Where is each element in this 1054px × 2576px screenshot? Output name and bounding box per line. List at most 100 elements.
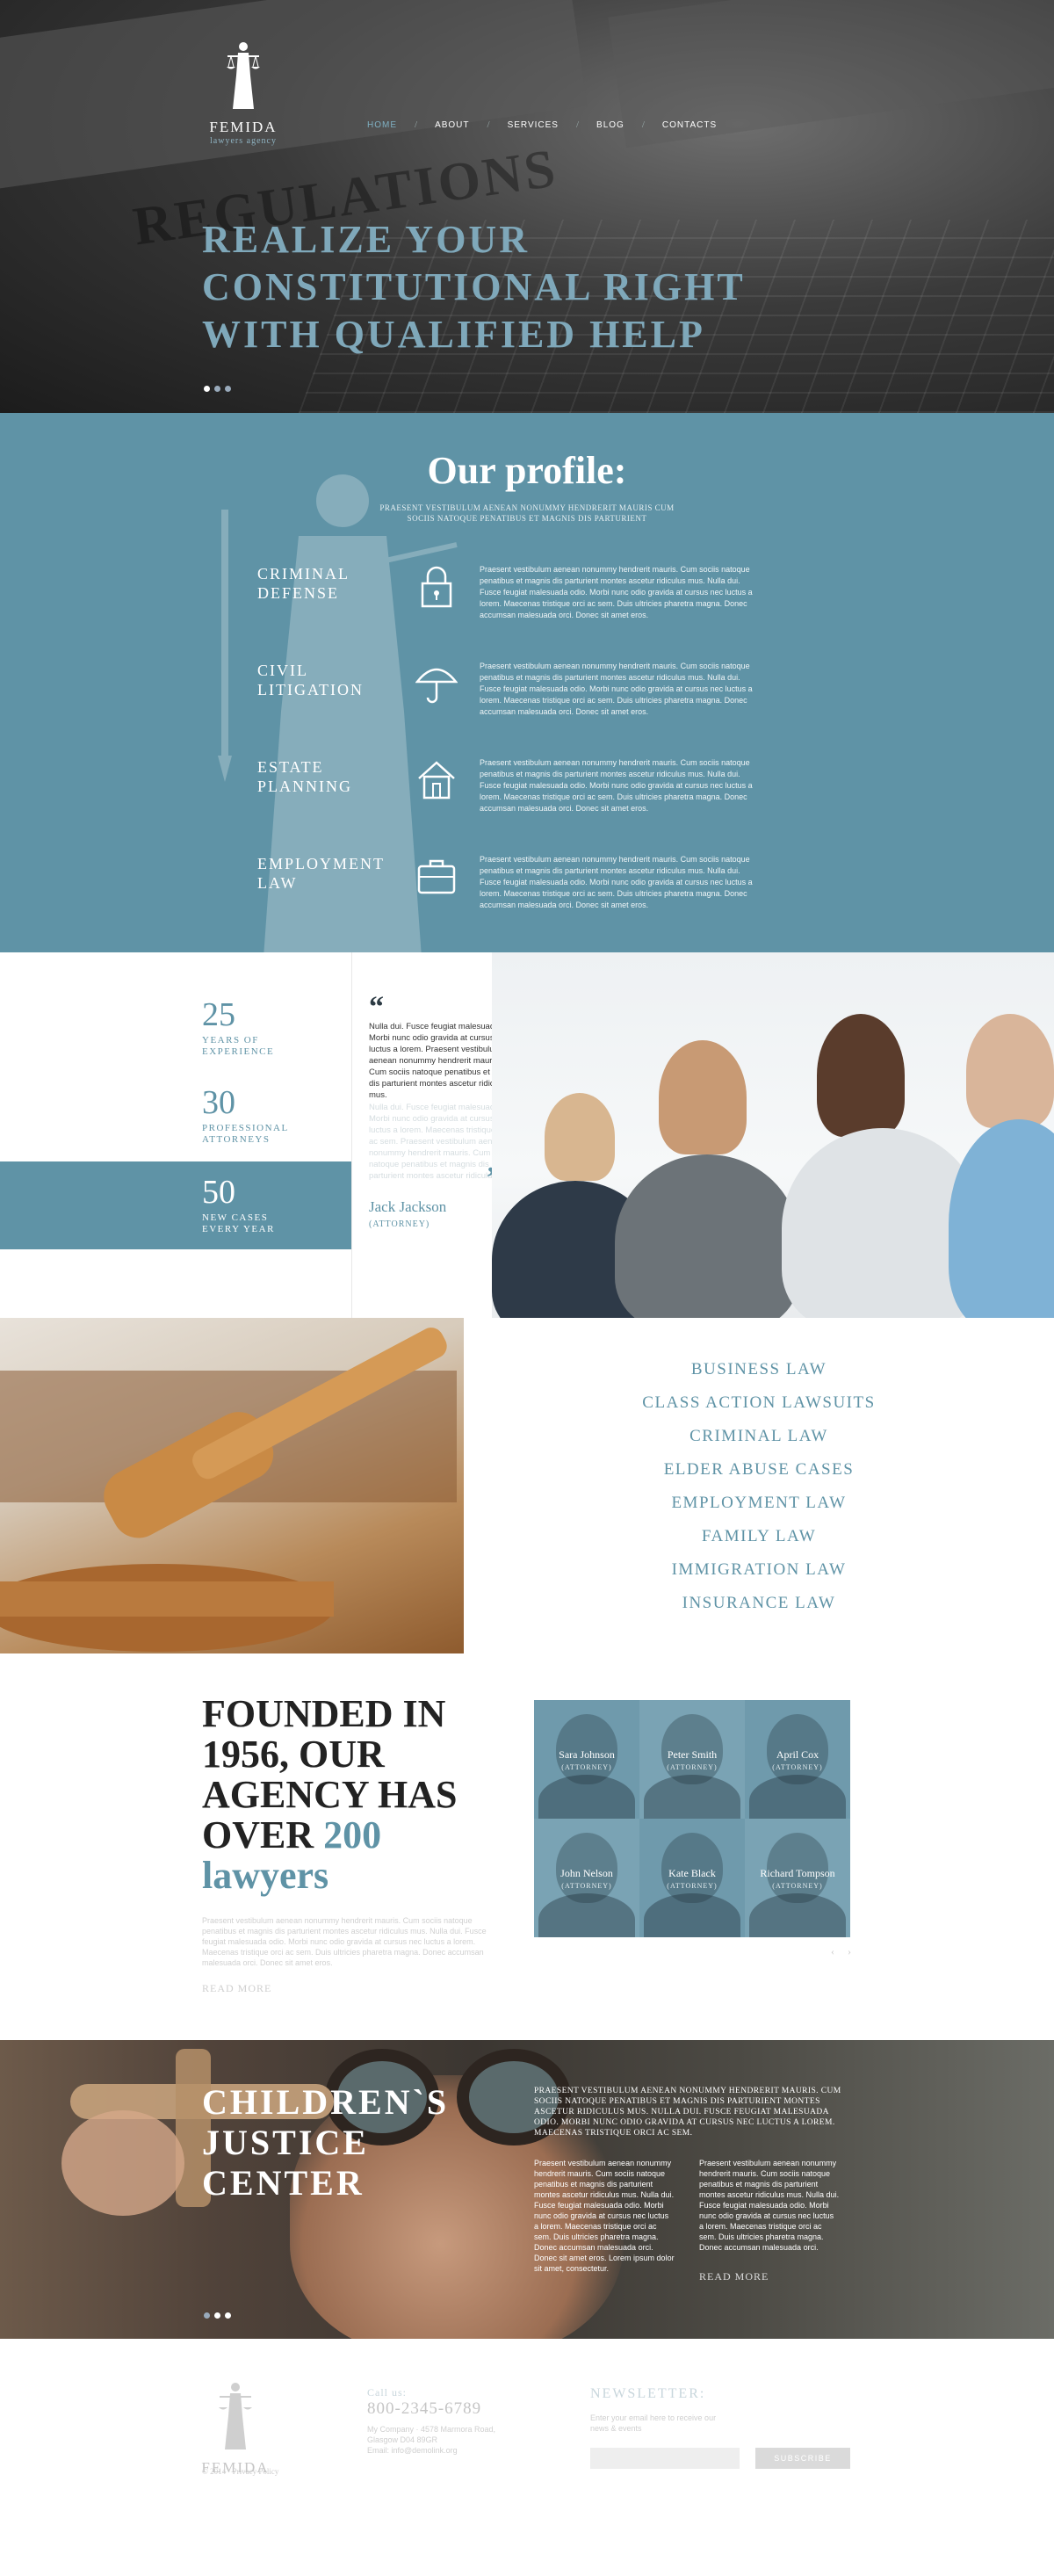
practice-area-item[interactable]: CLASS ACTION LAWSUITS	[464, 1393, 1054, 1413]
umbrella-icon	[415, 668, 458, 704]
attorney-photo	[644, 1775, 740, 1819]
profile-title: Our profile:	[427, 449, 627, 492]
children-slider-dots	[204, 2312, 231, 2319]
attorney-card[interactable]: John Nelson (ATTORNEY)	[534, 1819, 639, 1937]
service-estate-planning: ESTATE PLANNING Praesent vestibulum aene…	[257, 757, 784, 836]
nav-blog[interactable]: BLOG	[596, 120, 624, 130]
attorney-role: (ATTORNEY)	[561, 1881, 612, 1890]
attorney-photo	[749, 1775, 846, 1819]
subscribe-button[interactable]: SUBSCRIBE	[755, 2448, 850, 2469]
stat-label-line: NEW CASES	[202, 1212, 269, 1223]
attorney-card[interactable]: Richard Tompson (ATTORNEY)	[745, 1819, 850, 1937]
stat-label: NEW CASES EVERY YEAR	[202, 1212, 275, 1235]
hero-title-line: WITH QUALIFIED HELP	[202, 313, 705, 356]
newsletter-email-input[interactable]	[590, 2448, 740, 2469]
team-photo	[492, 952, 1054, 1318]
service-criminal-defense: CRIMINAL DEFENSE Praesent vestibulum aen…	[257, 564, 784, 643]
stat-attorneys: 30 PROFESSIONAL ATTORNEYS	[202, 1086, 289, 1146]
founded-title-line: AGENCY HAS	[202, 1773, 458, 1816]
attorney-grid: Sara Johnson (ATTORNEY) Peter Smith (ATT…	[534, 1700, 850, 1937]
footer-logo[interactable]: FEMIDA	[200, 2381, 271, 2477]
attorney-card[interactable]: Kate Black (ATTORNEY)	[639, 1819, 745, 1937]
attorney-photo	[538, 1893, 635, 1937]
attorney-role: (ATTORNEY)	[667, 1762, 718, 1771]
copyright: © 2014 · Privacy Policy	[202, 2467, 279, 2476]
stat-number: 25	[202, 996, 235, 1033]
hero-slider-dots	[204, 386, 231, 392]
attorney-photo	[749, 1893, 846, 1937]
person-head	[545, 1093, 615, 1181]
children-text-column: Praesent vestibulum aenean nonummy hendr…	[534, 2159, 675, 2273]
attorney-card[interactable]: April Cox (ATTORNEY)	[745, 1700, 850, 1819]
attorney-role: (ATTORNEY)	[772, 1762, 823, 1771]
founded-body: Praesent vestibulum aenean nonummy hendr…	[202, 1916, 487, 1967]
slider-dot[interactable]	[225, 2312, 231, 2319]
stat-label-line: YEARS OF	[202, 1035, 259, 1046]
practice-area-item[interactable]: FAMILY LAW	[464, 1527, 1054, 1546]
nav-about[interactable]: ABOUT	[435, 120, 469, 130]
practice-area-item[interactable]: CRIMINAL LAW	[464, 1427, 1054, 1446]
brand-logo[interactable]: FEMIDA lawyers agency	[200, 40, 286, 146]
service-description: Praesent vestibulum aenean nonummy hendr…	[480, 565, 753, 619]
attorney-name: John Nelson	[560, 1866, 613, 1879]
hero-title: REALIZE YOUR CONSTITUTIONAL RIGHT WITH Q…	[202, 216, 817, 358]
nav-separator: /	[641, 119, 645, 130]
main-nav: HOME / ABOUT / SERVICES / BLOG / CONTACT…	[367, 119, 717, 130]
practice-area-item[interactable]: IMMIGRATION LAW	[464, 1560, 1054, 1580]
founded-title-line: FOUNDED IN	[202, 1692, 446, 1735]
carousel-arrows[interactable]: ‹ ›	[831, 1945, 856, 1958]
service-name: CIVIL LITIGATION	[257, 661, 415, 699]
read-more-link[interactable]: READ MORE	[699, 2270, 769, 2283]
newsletter-text-line: Enter your email here to receive our	[590, 2413, 717, 2422]
phone-number[interactable]: 800-2345-6789	[367, 2399, 495, 2419]
stat-label-line: PROFESSIONAL	[202, 1123, 289, 1133]
attorney-photo	[538, 1775, 635, 1819]
service-civil-litigation: CIVIL LITIGATION Praesent vestibulum aen…	[257, 661, 784, 740]
children-text-column: Praesent vestibulum aenean nonummy hendr…	[699, 2159, 840, 2252]
email-link[interactable]: Email: info@demolink.org	[367, 2446, 458, 2455]
attorney-name: Peter Smith	[667, 1747, 718, 1761]
quote-open-icon: “	[369, 991, 384, 1024]
children-intro: PRAESENT VESTIBULUM AENEAN NONUMMY HENDR…	[534, 2087, 841, 2138]
attorney-card[interactable]: Peter Smith (ATTORNEY)	[639, 1700, 745, 1819]
founded-title-line: OVER	[202, 1813, 324, 1856]
stat-label-line: ATTORNEYS	[202, 1134, 271, 1145]
practice-areas-section: BUSINESS LAW CLASS ACTION LAWSUITS CRIMI…	[0, 1318, 1054, 1653]
newsletter-text-line: news & events	[590, 2424, 642, 2433]
service-name: EMPLOYMENT LAW	[257, 854, 415, 893]
brand-name: FEMIDA	[209, 119, 278, 135]
newsletter-text: Enter your email here to receive our new…	[590, 2413, 716, 2434]
practice-area-item[interactable]: ELDER ABUSE CASES	[464, 1460, 1054, 1480]
nav-contacts[interactable]: CONTACTS	[662, 120, 717, 130]
stat-label: PROFESSIONAL ATTORNEYS	[202, 1123, 289, 1146]
slider-dot[interactable]	[204, 2312, 210, 2319]
attorney-name: Kate Black	[668, 1866, 716, 1879]
attorney-card[interactable]: Sara Johnson (ATTORNEY)	[534, 1700, 639, 1819]
stat-number: 50	[202, 1174, 235, 1211]
person-head	[966, 1014, 1054, 1128]
slider-dot[interactable]	[204, 386, 210, 392]
gavel-image	[0, 1318, 464, 1653]
practice-area-item[interactable]: BUSINESS LAW	[464, 1360, 1054, 1379]
service-name-line: CRIMINAL	[257, 565, 350, 582]
brand-tagline: lawyers agency	[210, 136, 277, 146]
children-title: CHILDREN`S JUSTICE CENTER	[202, 2082, 501, 2203]
themis-logo-icon	[227, 42, 260, 109]
nav-home[interactable]: HOME	[367, 120, 397, 130]
gavel-icon	[0, 1328, 457, 1652]
children-title-line: CENTER	[202, 2163, 365, 2203]
attorney-role: (ATTORNEY)	[561, 1762, 612, 1771]
stat-number: 30	[202, 1084, 235, 1121]
practice-area-item[interactable]: EMPLOYMENT LAW	[464, 1494, 1054, 1513]
nav-services[interactable]: SERVICES	[508, 120, 559, 130]
children-title-line: CHILDREN`S	[202, 2082, 450, 2122]
person-body	[615, 1154, 799, 1318]
slider-dot[interactable]	[214, 386, 220, 392]
call-label: Call us:	[367, 2386, 408, 2399]
slider-dot[interactable]	[214, 2312, 220, 2319]
service-description: Praesent vestibulum aenean nonummy hendr…	[480, 662, 753, 716]
practice-area-item[interactable]: INSURANCE LAW	[464, 1594, 1054, 1613]
newsletter-title: NEWSLETTER:	[590, 2386, 706, 2401]
read-more-link[interactable]: READ MORE	[202, 1982, 271, 1995]
slider-dot[interactable]	[225, 386, 231, 392]
